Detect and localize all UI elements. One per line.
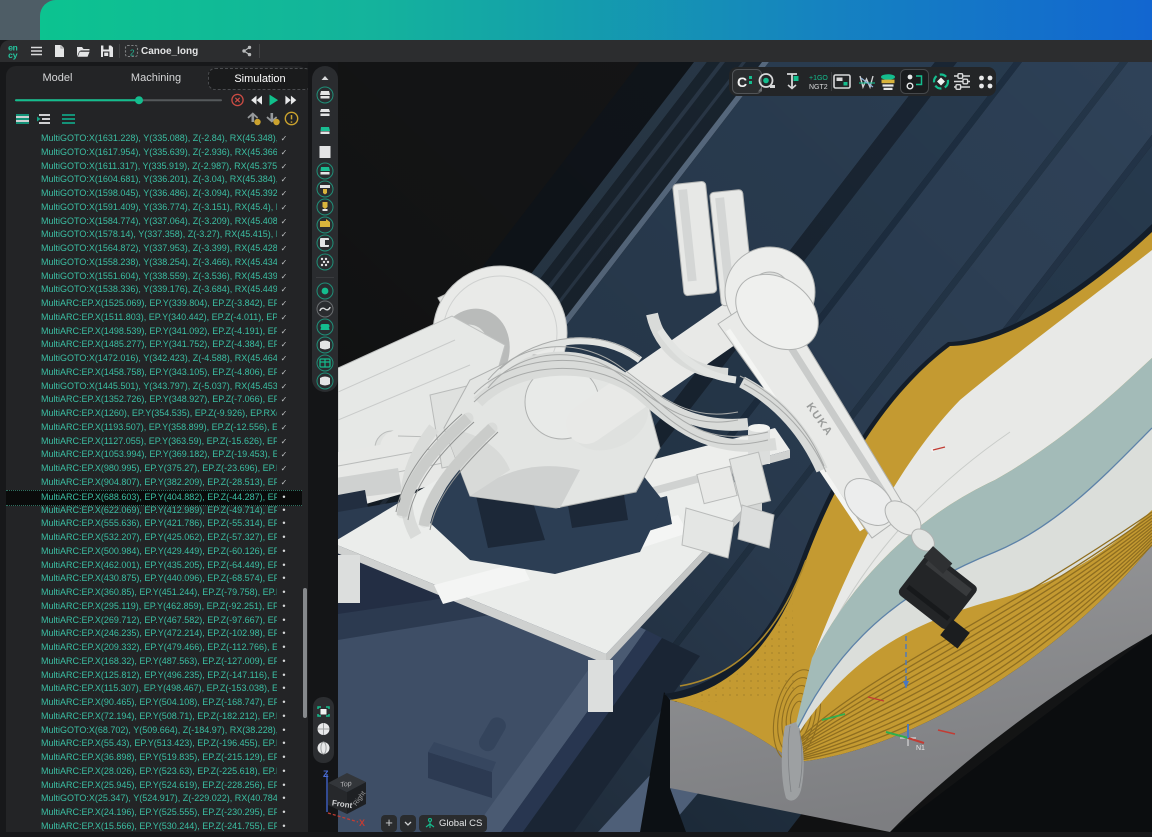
svg-text:+1GO: +1GO bbox=[809, 75, 828, 82]
svg-text:Z: Z bbox=[323, 769, 329, 779]
svg-text:X: X bbox=[359, 818, 365, 826]
svg-text:C: C bbox=[737, 74, 747, 90]
svg-text:N1: N1 bbox=[916, 745, 925, 752]
svg-text:Front: Front bbox=[331, 798, 353, 810]
svg-text:NGT2: NGT2 bbox=[809, 84, 828, 91]
